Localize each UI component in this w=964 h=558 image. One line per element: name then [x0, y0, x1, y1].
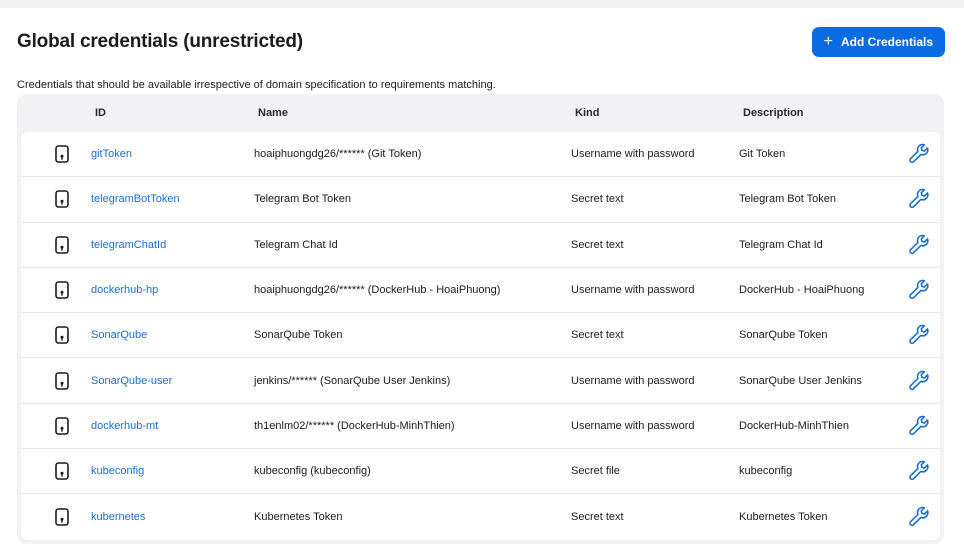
- credential-id-link[interactable]: dockerhub-hp: [91, 284, 158, 296]
- wrench-icon[interactable]: [908, 233, 932, 257]
- credential-kind: Secret file: [571, 465, 620, 478]
- credential-id-link[interactable]: kubeconfig: [91, 465, 144, 477]
- credential-name: hoaiphuongdg26/****** (Git Token): [254, 148, 422, 161]
- credential-name: th1enlm02/****** (DockerHub-MinhThien): [254, 419, 455, 432]
- credential-store-icon: [55, 462, 69, 481]
- credential-kind: Secret text: [571, 193, 624, 206]
- credential-id-link[interactable]: SonarQube: [91, 329, 147, 341]
- table-body: gitToken hoaiphuongdg26/****** (Git Toke…: [21, 132, 940, 540]
- credential-store-icon: [55, 145, 69, 163]
- table-row: telegramChatId Telegram Chat Id Secret t…: [21, 223, 940, 268]
- credential-id-link[interactable]: SonarQube-user: [91, 375, 172, 387]
- credential-store-icon: [55, 508, 69, 526]
- plus-icon: +: [823, 32, 833, 50]
- credential-description: SonarQube User Jenkins: [739, 374, 862, 387]
- credential-kind: Username with password: [571, 284, 695, 297]
- table-row: dockerhub-mt th1enlm02/****** (DockerHub…: [21, 404, 940, 450]
- credential-name: SonarQube Token: [254, 329, 343, 342]
- credential-kind: Username with password: [571, 148, 695, 161]
- credential-name: Telegram Chat Id: [254, 238, 338, 251]
- credential-name: kubeconfig (kubeconfig): [254, 465, 371, 478]
- wrench-icon[interactable]: [908, 369, 932, 393]
- wrench-icon[interactable]: [908, 505, 932, 529]
- credential-id-link[interactable]: kubernetes: [91, 511, 145, 523]
- credential-kind: Username with password: [571, 374, 695, 387]
- column-header-kind: Kind: [575, 107, 600, 119]
- credential-description: Kubernetes Token: [739, 511, 828, 524]
- wrench-icon[interactable]: [908, 278, 932, 302]
- credential-description: Git Token: [739, 148, 786, 161]
- credential-id-link[interactable]: dockerhub-mt: [91, 420, 158, 432]
- wrench-icon[interactable]: [908, 142, 932, 166]
- table-row: SonarQube-user jenkins/****** (SonarQube…: [21, 358, 940, 404]
- credential-description: DockerHub - HoaiPhuong: [739, 284, 865, 297]
- wrench-icon[interactable]: [908, 323, 932, 347]
- credential-description: SonarQube Token: [739, 329, 828, 342]
- credential-store-icon: [55, 371, 69, 390]
- column-header-id: ID: [95, 107, 106, 119]
- wrench-icon[interactable]: [908, 414, 932, 438]
- add-credentials-button[interactable]: + Add Credentials: [811, 27, 945, 57]
- table-row: kubernetes Kubernetes Token Secret text …: [21, 494, 940, 539]
- page-subtitle: Credentials that should be available irr…: [17, 79, 496, 91]
- table-row: dockerhub-hp hoaiphuongdg26/****** (Dock…: [21, 268, 940, 314]
- credential-store-icon: [55, 281, 69, 299]
- credential-description: kubeconfig: [739, 465, 793, 478]
- table-row: telegramBotToken Telegram Bot Token Secr…: [21, 177, 940, 223]
- table-header: ID Name Kind Description: [21, 94, 940, 132]
- credential-id-link[interactable]: gitToken: [91, 148, 132, 160]
- credential-name: jenkins/****** (SonarQube User Jenkins): [254, 374, 451, 387]
- credential-store-icon: [55, 326, 69, 345]
- add-credentials-label: Add Credentials: [840, 35, 933, 49]
- column-header-description: Description: [743, 107, 804, 119]
- credential-name: Telegram Bot Token: [254, 193, 352, 206]
- wrench-icon[interactable]: [908, 459, 932, 483]
- page-title: Global credentials (unrestricted): [17, 31, 303, 52]
- credential-kind: Username with password: [571, 419, 695, 432]
- credential-description: DockerHub-MinhThien: [739, 419, 850, 432]
- credential-kind: Secret text: [571, 329, 624, 342]
- credential-id-link[interactable]: telegramChatId: [91, 239, 166, 251]
- credential-store-icon: [55, 235, 69, 254]
- credential-store-icon: [55, 417, 69, 435]
- credential-description: Telegram Bot Token: [739, 193, 837, 206]
- table-row: SonarQube SonarQube Token Secret text So…: [21, 313, 940, 359]
- table-row: gitToken hoaiphuongdg26/****** (Git Toke…: [21, 132, 940, 178]
- credentials-table: ID Name Kind Description gitToken hoaiph…: [17, 94, 944, 544]
- page-header: Global credentials (unrestricted) + Add …: [17, 27, 945, 57]
- credential-kind: Secret text: [571, 238, 624, 251]
- credential-description: Telegram Chat Id: [739, 238, 823, 251]
- table-row: kubeconfig kubeconfig (kubeconfig) Secre…: [21, 449, 940, 495]
- column-header-name: Name: [258, 107, 288, 119]
- credential-name: Kubernetes Token: [254, 511, 343, 524]
- wrench-icon[interactable]: [908, 187, 932, 211]
- credential-name: hoaiphuongdg26/****** (DockerHub - HoaiP…: [254, 284, 501, 297]
- credential-store-icon: [55, 190, 69, 209]
- credential-kind: Secret text: [571, 511, 624, 524]
- credential-id-link[interactable]: telegramBotToken: [91, 193, 180, 205]
- credentials-page: Global credentials (unrestricted) + Add …: [0, 0, 964, 558]
